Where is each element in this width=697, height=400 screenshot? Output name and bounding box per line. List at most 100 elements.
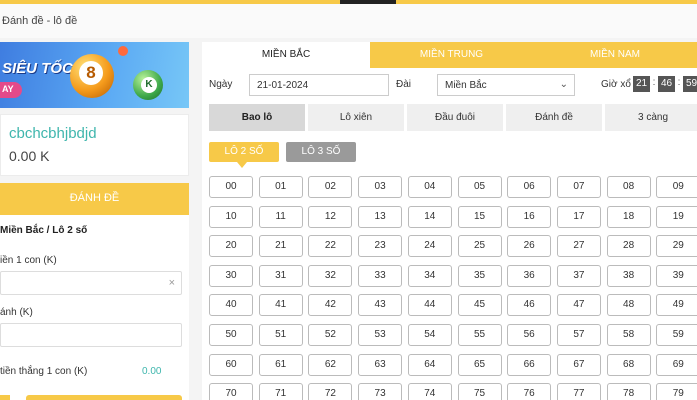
number-cell[interactable]: 14 — [407, 205, 452, 228]
number-cell[interactable]: 76 — [507, 383, 552, 400]
tab-dau-duoi[interactable]: Đầu đuôi — [407, 104, 503, 131]
number-cell[interactable]: 02 — [308, 176, 353, 198]
number-cell[interactable]: 60 — [209, 353, 253, 376]
number-cell[interactable]: 18 — [606, 205, 651, 228]
number-cell[interactable]: 42 — [308, 294, 353, 317]
reset-button[interactable] — [0, 395, 10, 400]
number-cell[interactable]: 06 — [507, 176, 552, 198]
subtab-lo-3-so[interactable]: LÔ 3 SỐ — [286, 142, 356, 162]
number-cell[interactable]: 31 — [258, 264, 303, 287]
number-cell[interactable]: 04 — [407, 176, 452, 198]
number-cell[interactable]: 66 — [507, 353, 552, 376]
number-cell[interactable]: 65 — [457, 353, 502, 376]
number-cell[interactable]: 63 — [358, 353, 403, 376]
number-cell[interactable]: 23 — [358, 235, 403, 258]
bet-amount-input[interactable] — [0, 323, 182, 347]
number-cell[interactable]: 01 — [258, 176, 303, 198]
number-cell[interactable]: 32 — [308, 264, 353, 287]
number-cell[interactable]: 77 — [556, 383, 601, 400]
number-cell[interactable]: 36 — [507, 264, 552, 287]
number-cell[interactable]: 45 — [457, 294, 502, 317]
number-cell[interactable]: 15 — [457, 205, 502, 228]
number-cell[interactable]: 39 — [656, 264, 697, 287]
amount-per-con-input[interactable]: × — [0, 271, 182, 295]
number-cell[interactable]: 68 — [606, 353, 651, 376]
number-cell[interactable]: 71 — [258, 383, 303, 400]
tab-mien-nam[interactable]: MIỀN NAM — [533, 42, 697, 68]
number-cell[interactable]: 26 — [507, 235, 552, 258]
dai-select[interactable]: Miền Bắc ⌄ — [437, 74, 575, 96]
number-cell[interactable]: 58 — [606, 324, 651, 346]
number-cell[interactable]: 44 — [407, 294, 452, 317]
number-cell[interactable]: 70 — [209, 383, 253, 400]
promo-banner[interactable]: SIÊU TỐC 8 K — [0, 42, 189, 108]
number-cell[interactable]: 28 — [606, 235, 651, 258]
number-cell[interactable]: 25 — [457, 235, 502, 258]
number-cell[interactable]: 09 — [656, 176, 697, 198]
number-cell[interactable]: 29 — [656, 235, 697, 258]
number-cell[interactable]: 53 — [358, 324, 403, 346]
number-cell[interactable]: 11 — [258, 205, 303, 228]
tab-lo-xien[interactable]: Lô xiên — [308, 104, 404, 131]
tab-mien-trung[interactable]: MIỀN TRUNG — [370, 42, 533, 68]
number-cell[interactable]: 38 — [606, 264, 651, 287]
number-cell[interactable]: 47 — [556, 294, 601, 317]
number-cell[interactable]: 07 — [556, 176, 601, 198]
number-cell[interactable]: 08 — [606, 176, 651, 198]
number-cell[interactable]: 21 — [258, 235, 303, 258]
tab-3-cang[interactable]: 3 càng — [605, 104, 697, 131]
number-cell[interactable]: 05 — [457, 176, 502, 198]
number-cell[interactable]: 13 — [358, 205, 403, 228]
number-cell[interactable]: 37 — [556, 264, 601, 287]
tab-bao-lo[interactable]: Bao lô — [209, 104, 305, 131]
number-cell[interactable]: 19 — [656, 205, 697, 228]
number-cell[interactable]: 59 — [656, 324, 697, 346]
number-cell[interactable]: 43 — [358, 294, 403, 317]
number-cell[interactable]: 69 — [656, 353, 697, 376]
number-cell[interactable]: 75 — [457, 383, 502, 400]
number-cell[interactable]: 61 — [258, 353, 303, 376]
number-cell[interactable]: 27 — [556, 235, 601, 258]
number-cell[interactable]: 49 — [656, 294, 697, 317]
number-cell[interactable]: 52 — [308, 324, 353, 346]
number-cell[interactable]: 56 — [507, 324, 552, 346]
number-cell[interactable]: 22 — [308, 235, 353, 258]
number-cell[interactable]: 72 — [308, 383, 353, 400]
number-cell[interactable]: 64 — [407, 353, 452, 376]
subtab-lo-2-so[interactable]: LÔ 2 SỐ — [209, 142, 279, 168]
number-cell[interactable]: 41 — [258, 294, 303, 317]
number-cell[interactable]: 33 — [358, 264, 403, 287]
ball-letter: K — [141, 77, 157, 93]
number-cell[interactable]: 78 — [606, 383, 651, 400]
number-cell[interactable]: 17 — [556, 205, 601, 228]
submit-bet-button[interactable] — [26, 395, 182, 400]
number-cell[interactable]: 51 — [258, 324, 303, 346]
number-cell[interactable]: 55 — [457, 324, 502, 346]
number-cell[interactable]: 74 — [407, 383, 452, 400]
number-cell[interactable]: 35 — [457, 264, 502, 287]
number-cell[interactable]: 54 — [407, 324, 452, 346]
number-cell[interactable]: 46 — [507, 294, 552, 317]
number-cell[interactable]: 00 — [209, 176, 253, 198]
number-cell[interactable]: 79 — [656, 383, 697, 400]
banner-play-button[interactable]: AY — [0, 82, 22, 98]
number-cell[interactable]: 24 — [407, 235, 452, 258]
number-cell[interactable]: 34 — [407, 264, 452, 287]
tab-danh-de[interactable]: Đánh đề — [506, 104, 602, 131]
number-cell[interactable]: 16 — [507, 205, 552, 228]
number-cell[interactable]: 10 — [209, 205, 253, 228]
number-cell[interactable]: 57 — [556, 324, 601, 346]
number-cell[interactable]: 03 — [358, 176, 403, 198]
number-cell[interactable]: 50 — [209, 324, 253, 346]
clear-icon[interactable]: × — [169, 277, 175, 289]
number-cell[interactable]: 12 — [308, 205, 353, 228]
number-cell[interactable]: 20 — [209, 235, 253, 258]
date-input[interactable]: 21-01-2024 — [249, 74, 389, 96]
number-cell[interactable]: 62 — [308, 353, 353, 376]
number-cell[interactable]: 73 — [358, 383, 403, 400]
number-cell[interactable]: 30 — [209, 264, 253, 287]
number-cell[interactable]: 67 — [556, 353, 601, 376]
number-cell[interactable]: 48 — [606, 294, 651, 317]
number-cell[interactable]: 40 — [209, 294, 253, 317]
tab-mien-bac[interactable]: MIỀN BẮC — [202, 42, 370, 68]
